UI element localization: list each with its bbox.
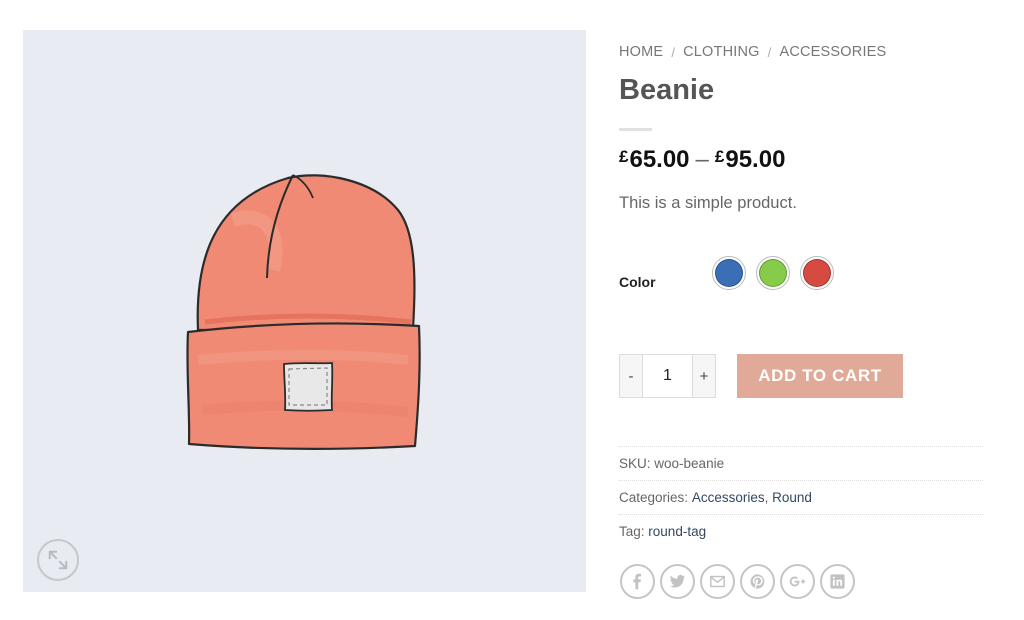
tag-row: Tag: round-tag: [619, 514, 983, 548]
pinterest-icon: [750, 574, 765, 589]
share-facebook-button[interactable]: [620, 564, 655, 599]
product-meta: SKU: woo-beanie Categories: Accessories,…: [619, 446, 983, 548]
twitter-icon: [669, 575, 686, 588]
breadcrumb-accessories[interactable]: ACCESSORIES: [779, 44, 886, 60]
sku-label: SKU:: [619, 456, 651, 471]
share-pinterest-button[interactable]: [740, 564, 775, 599]
quantity-input[interactable]: 1: [643, 354, 692, 398]
color-swatches: [712, 256, 834, 290]
breadcrumb-separator: /: [671, 44, 676, 60]
product-gallery[interactable]: [23, 30, 586, 592]
sku-value: woo-beanie: [654, 456, 725, 471]
categories-row: Categories: Accessories, Round: [619, 480, 983, 514]
google-plus-icon: [789, 576, 806, 587]
currency-symbol: £: [619, 147, 629, 166]
breadcrumb-clothing[interactable]: CLOTHING: [683, 44, 760, 60]
price-min: 65.00: [629, 146, 690, 173]
sku-row: SKU: woo-beanie: [619, 446, 983, 480]
category-link-round[interactable]: Round: [772, 490, 812, 505]
swatch-red[interactable]: [800, 256, 834, 290]
tag-label: Tag:: [619, 524, 645, 539]
category-separator: ,: [764, 490, 769, 505]
categories-label: Categories:: [619, 490, 689, 505]
product-price: £65.00– £95.00: [619, 146, 785, 174]
quantity-stepper: - 1 +: [619, 354, 716, 398]
title-divider: [619, 128, 652, 131]
quantity-plus-button[interactable]: +: [692, 354, 716, 398]
quantity-minus-button[interactable]: -: [619, 354, 643, 398]
tag-link-round-tag[interactable]: round-tag: [648, 524, 706, 539]
share-twitter-button[interactable]: [660, 564, 695, 599]
category-link-accessories[interactable]: Accessories: [692, 490, 765, 505]
social-share: [620, 564, 855, 599]
color-label: Color: [619, 274, 656, 290]
beanie-product-image[interactable]: [23, 30, 586, 592]
price-range-separator: –: [695, 146, 709, 173]
swatch-blue[interactable]: [712, 256, 746, 290]
facebook-icon: [633, 573, 642, 590]
swatch-green[interactable]: [756, 256, 790, 290]
breadcrumb: HOME / CLOTHING / ACCESSORIES: [619, 40, 983, 64]
breadcrumb-home[interactable]: HOME: [619, 44, 663, 60]
add-to-cart-button[interactable]: ADD TO CART: [737, 354, 903, 398]
product-title: Beanie: [619, 74, 715, 106]
expand-icon: [48, 550, 68, 570]
product-summary: HOME / CLOTHING / ACCESSORIES Beanie £65…: [619, 40, 983, 599]
swatch-blue-fill: [715, 259, 743, 287]
swatch-green-fill: [759, 259, 787, 287]
product-short-description: This is a simple product.: [619, 194, 797, 212]
email-icon: [710, 575, 725, 588]
zoom-button[interactable]: [37, 539, 79, 581]
share-google-plus-button[interactable]: [780, 564, 815, 599]
swatch-red-fill: [803, 259, 831, 287]
price-max: 95.00: [725, 146, 786, 173]
breadcrumb-separator: /: [767, 44, 772, 60]
share-linkedin-button[interactable]: [820, 564, 855, 599]
currency-symbol: £: [714, 147, 725, 166]
share-email-button[interactable]: [700, 564, 735, 599]
linkedin-icon: [830, 574, 845, 589]
